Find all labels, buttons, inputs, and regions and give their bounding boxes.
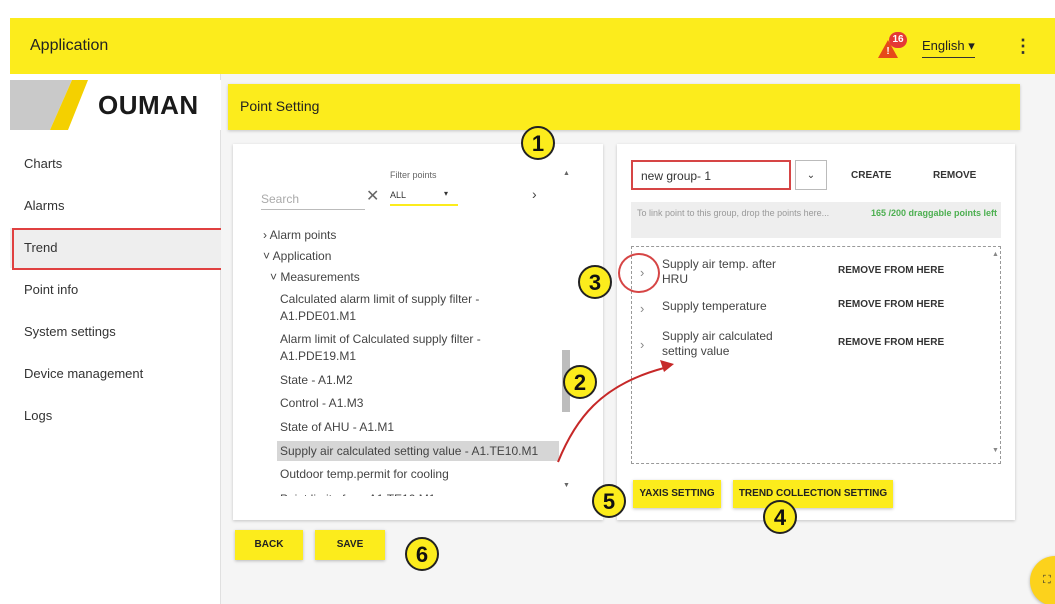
callout-badge-4: 4 — [763, 500, 797, 534]
callout-badge-2: 2 — [563, 365, 597, 399]
callout-badge-3: 3 — [578, 265, 612, 299]
fullscreen-icon: ⛶ — [1043, 574, 1051, 586]
drag-arrow-annotation — [557, 360, 674, 463]
callout-badge-6: 6 — [405, 537, 439, 571]
callout-badge-5: 5 — [592, 484, 626, 518]
callout-badge-1: 1 — [521, 126, 555, 160]
